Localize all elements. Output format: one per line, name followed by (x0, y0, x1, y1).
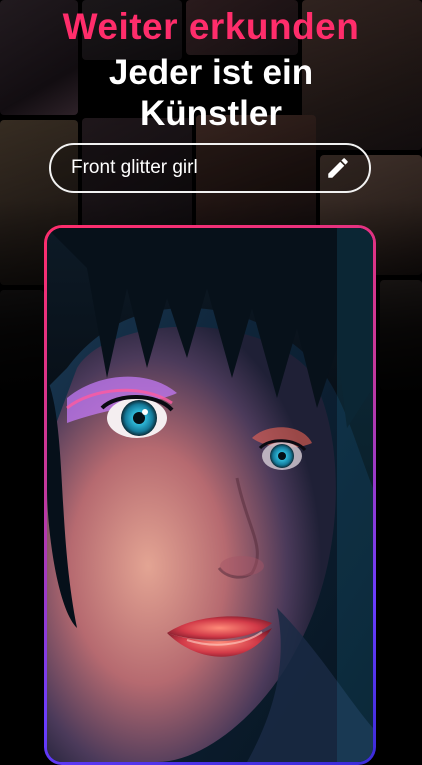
page-subtitle: Jeder ist ein Künstler (0, 52, 422, 134)
featured-image-card[interactable] (44, 225, 376, 765)
portrait-image (47, 228, 373, 762)
prompt-field[interactable]: Front glitter girl (49, 143, 371, 193)
pencil-icon[interactable] (325, 155, 351, 181)
prompt-text: Front glitter girl (71, 157, 198, 178)
subtitle-line-2: Künstler (140, 94, 282, 133)
page-title: Weiter erkunden (62, 6, 360, 47)
subtitle-line-1: Jeder ist ein (108, 53, 314, 92)
